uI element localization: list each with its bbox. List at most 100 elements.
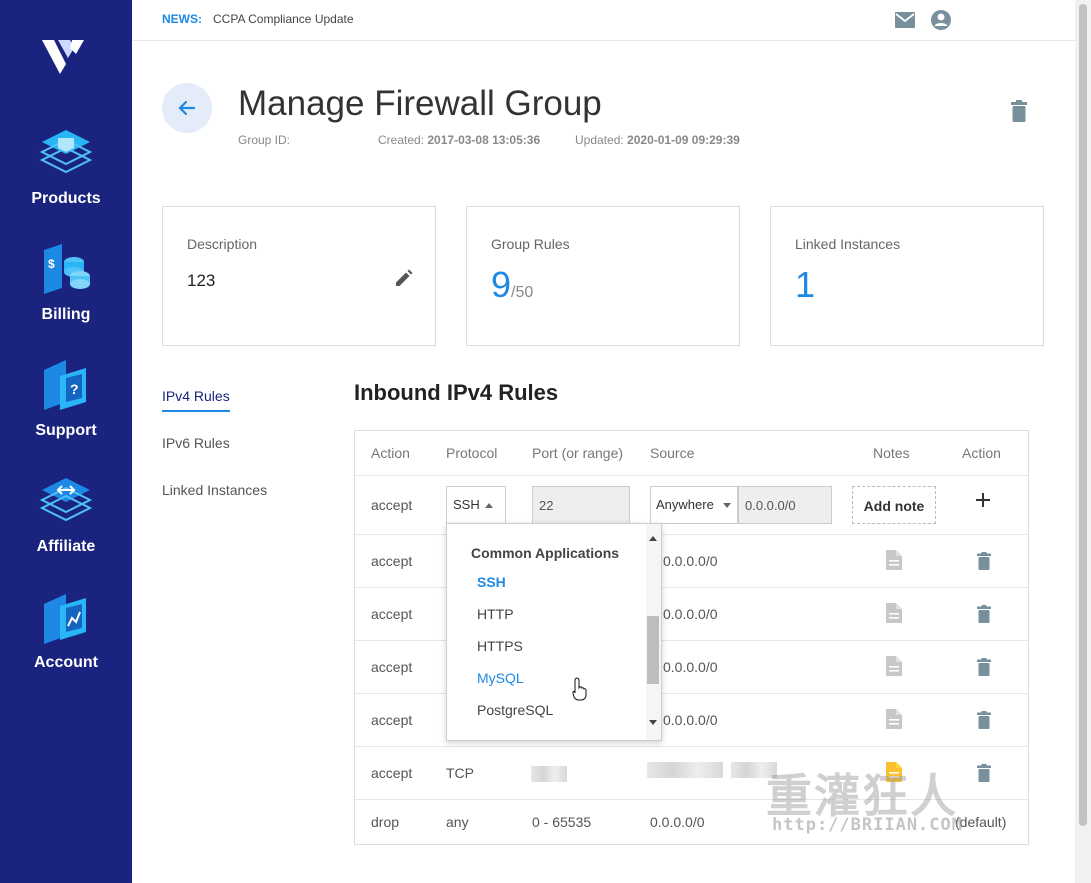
page-scrollbar-thumb[interactable] [1079,4,1087,826]
protocol-select-value: SSH [453,497,480,512]
billing-icon: $ [44,244,90,294]
top-bar: NEWS: CCPA Compliance Update [132,0,1075,41]
trash-icon[interactable] [977,605,991,623]
updated-value: 2020-01-09 09:29:39 [627,133,740,147]
dropdown-option-https[interactable]: HTTPS [477,638,523,654]
created-value: 2017-03-08 13:05:36 [427,133,541,147]
tab-ipv6-rules[interactable]: IPv6 Rules [162,435,230,451]
created-meta: Created: 2017-03-08 13:05:36 [378,133,540,147]
nav-account[interactable]: Account [0,588,132,672]
tab-linked-instances[interactable]: Linked Instances [162,482,267,498]
header-action: Action [371,445,410,461]
trash-icon[interactable] [977,711,991,729]
header-source: Source [650,445,695,461]
svg-text:?: ? [70,381,79,397]
redacted-port [531,766,567,782]
rule-source: 0.0.0.0/0 [650,814,705,830]
group-rules-max: /50 [511,284,534,301]
header-protocol: Protocol [446,445,498,461]
nav-label-affiliate: Affiliate [36,538,96,555]
dropdown-option-postgresql[interactable]: PostgreSQL [477,702,553,718]
dropdown-option-mysql[interactable]: MySQL [477,670,524,686]
rule-action: accept [371,659,413,675]
sidebar: Products $ Billing ? Support Affiliate A… [0,0,132,883]
rule-source: 0.0.0.0/0 [663,712,718,728]
group-id-label: Group ID: [238,133,291,147]
rule-source: 0.0.0.0/0 [663,606,718,622]
rule-action: accept [371,712,413,728]
nav-billing[interactable]: $ Billing [0,240,132,324]
header-action-2: Action [962,445,1001,461]
svg-text:$: $ [48,257,55,271]
updated-label: Updated: [575,133,624,147]
watermark-url: http://BRIIAN.COM [772,815,963,835]
news-link[interactable]: CCPA Compliance Update [213,12,354,26]
add-note-button[interactable]: Add note [852,486,936,524]
dropdown-group-heading: Common Applications [471,545,620,561]
back-button[interactable] [162,83,212,133]
account-icon [44,594,86,644]
protocol-select[interactable]: SSH [446,486,506,524]
dropdown-option-http[interactable]: HTTP [477,606,514,622]
arrow-left-icon [178,100,196,116]
pencil-icon[interactable] [393,269,413,289]
linked-instances-label: Linked Instances [795,236,901,252]
source-type-select[interactable]: Anywhere [650,486,738,524]
user-icon[interactable] [930,9,952,31]
section-title: Inbound IPv4 Rules [354,380,559,405]
table-header-row: Action Protocol Port (or range) Source N… [355,431,1028,476]
dropdown-scrollbar-thumb[interactable] [647,616,659,684]
scroll-down-arrow-icon[interactable] [649,720,657,725]
tab-ipv4-rules[interactable]: IPv4 Rules [162,388,230,412]
scroll-up-arrow-icon[interactable] [649,536,657,541]
redacted-source [647,762,723,778]
nav-affiliate[interactable]: Affiliate [0,472,132,556]
rule-action: accept [371,606,413,622]
rule-port: 0 - 65535 [532,814,592,830]
rule-source: 0.0.0.0/0 [663,659,718,675]
trash-icon[interactable] [977,658,991,676]
description-value: 123 [187,271,216,290]
dropdown-scrollbar[interactable] [646,524,661,740]
header-notes: Notes [873,445,910,461]
nav-label-account: Account [34,654,98,671]
source-input[interactable]: 0.0.0.0/0 [738,486,832,524]
nav-label-products: Products [31,190,101,207]
source-type-value: Anywhere [656,497,714,512]
nav-label-billing: Billing [41,306,91,323]
description-card: Description 123 [162,206,436,346]
page-scrollbar[interactable] [1075,0,1091,883]
note-icon[interactable] [886,603,902,623]
note-icon[interactable] [886,709,902,729]
created-label: Created: [378,133,425,147]
rule-source: 0.0.0.0/0 [663,553,718,569]
updated-meta: Updated: 2020-01-09 09:29:39 [575,133,740,147]
rule-action: drop [371,814,400,830]
rule-protocol: TCP [446,765,474,781]
plus-icon[interactable] [975,492,991,508]
linked-instances-card: Linked Instances 1 [770,206,1044,346]
rule-action: accept [371,765,413,781]
hand-cursor-icon [572,677,587,701]
nav-products[interactable]: Products [0,124,132,208]
trash-icon[interactable] [977,764,991,782]
rule-protocol: any [446,814,469,830]
dropdown-option-ssh[interactable]: SSH [477,574,506,590]
protocol-dropdown-menu: Common Applications SSH HTTP HTTPS MySQL… [446,523,662,741]
support-icon: ? [44,360,86,410]
mail-icon[interactable] [894,11,916,29]
delete-group-trash-icon[interactable] [1010,100,1028,122]
vultr-logo[interactable] [40,36,88,76]
group-rules-count: 9/50 [491,264,533,306]
trash-icon[interactable] [977,552,991,570]
rule-action: accept [371,553,413,569]
group-rules-value: 9 [491,264,512,305]
group-rules-label: Group Rules [491,236,570,252]
description-label: Description [187,236,258,252]
caret-up-icon [485,503,493,508]
note-icon[interactable] [886,550,902,570]
nav-label-support: Support [35,422,97,439]
note-icon[interactable] [886,656,902,676]
nav-support[interactable]: ? Support [0,356,132,440]
port-input[interactable]: 22 [532,486,630,524]
